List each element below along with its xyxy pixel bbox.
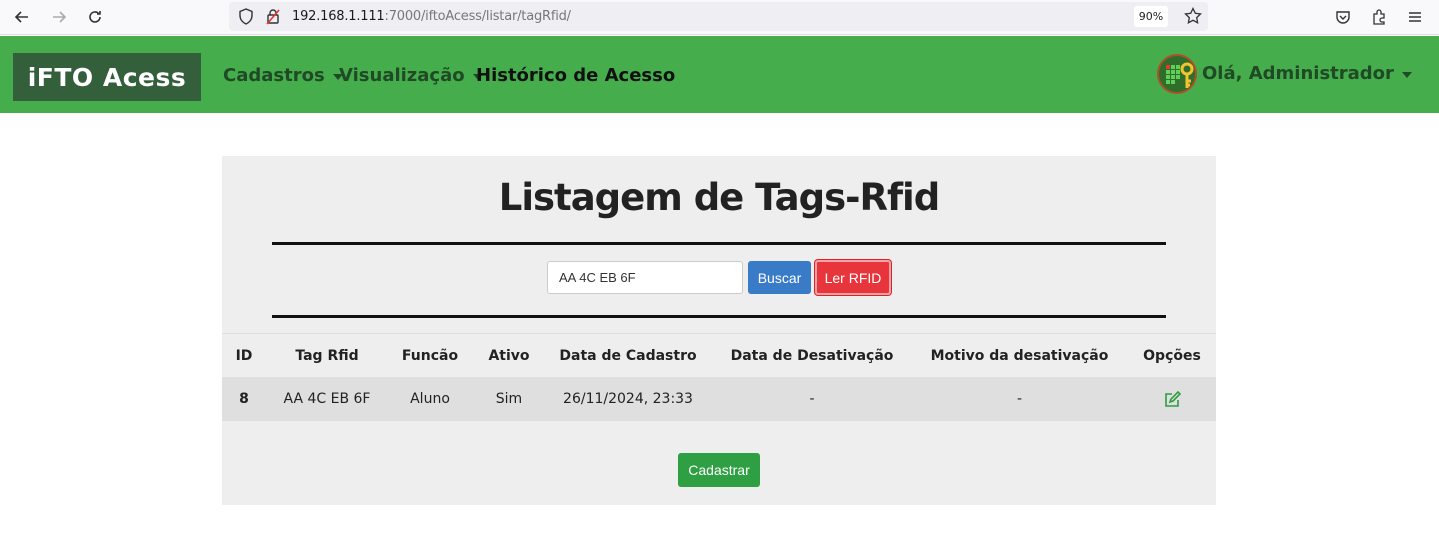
cell-tag-rfid: AA 4C EB 6F (283, 391, 371, 407)
cell-funcao: Aluno (410, 391, 450, 407)
nav-visualizacao-label: Visualização (339, 65, 465, 86)
forward-arrow-icon[interactable] (47, 5, 71, 29)
star-icon[interactable] (1184, 6, 1202, 30)
nav-visualizacao-dropdown[interactable]: Visualização (339, 65, 483, 86)
nav-historico-link[interactable]: Histórico de Acesso (476, 65, 675, 86)
col-data-cadastro: Data de Cadastro (559, 348, 697, 364)
edit-icon[interactable] (1163, 390, 1182, 409)
url-text: 192.168.1.111:7000/iftoAcess/listar/tagR… (292, 9, 571, 24)
table-row: 8 AA 4C EB 6F Aluno Sim 26/11/2024, 23:3… (222, 377, 1216, 421)
cell-motivo: - (1016, 391, 1023, 407)
cell-id: 8 (239, 391, 249, 407)
user-menu-dropdown[interactable]: Olá, Administrador (1202, 63, 1412, 84)
cell-data-cadastro: 26/11/2024, 23:33 (563, 391, 693, 407)
col-funcao: Funcão (401, 348, 459, 364)
page-title: Listagem de Tags-Rfid (498, 176, 940, 219)
url-bar[interactable]: 192.168.1.111:7000/iftoAcess/listar/tagR… (229, 2, 1208, 31)
user-greeting-label: Olá, Administrador (1202, 63, 1394, 84)
reload-icon[interactable] (83, 5, 107, 29)
divider-top (272, 242, 1166, 245)
pocket-icon[interactable] (1331, 5, 1355, 29)
chevron-down-icon (1401, 71, 1412, 78)
lock-slash-icon[interactable] (265, 8, 281, 30)
back-arrow-icon[interactable] (10, 5, 34, 29)
cell-ativo: Sim (495, 391, 523, 407)
shield-icon[interactable] (238, 8, 254, 30)
extensions-icon[interactable] (1367, 5, 1391, 29)
col-id: ID (235, 348, 253, 364)
brand-logo[interactable]: iFTO Acess (13, 53, 201, 101)
nav-cadastros-label: Cadastros (223, 65, 325, 86)
col-ativo: Ativo (488, 348, 530, 364)
tag-list-panel: Listagem de Tags-Rfid Buscar Ler RFID ID… (222, 156, 1216, 505)
col-tag-rfid: Tag Rfid (295, 348, 359, 364)
nav-cadastros-dropdown[interactable]: Cadastros (223, 65, 343, 86)
menu-icon[interactable] (1403, 5, 1427, 29)
col-data-desativacao: Data de Desativação (730, 348, 894, 364)
navbar: iFTO Acess Cadastros Visualização Histór… (0, 36, 1439, 113)
table-header: ID Tag Rfid Funcão Ativo Data de Cadastr… (222, 333, 1216, 377)
ler-rfid-button[interactable]: Ler RFID (815, 260, 891, 295)
divider-bottom (272, 315, 1166, 318)
browser-toolbar: 192.168.1.111:7000/iftoAcess/listar/tagR… (0, 0, 1439, 35)
col-motivo: Motivo da desativação (930, 348, 1109, 364)
cadastrar-button[interactable]: Cadastrar (678, 453, 760, 487)
avatar[interactable] (1157, 54, 1197, 94)
buscar-button[interactable]: Buscar (748, 261, 811, 294)
search-input[interactable] (547, 261, 743, 294)
zoom-badge[interactable]: 90% (1134, 6, 1168, 27)
cell-data-desativacao: - (809, 391, 815, 407)
col-opcoes: Opções (1143, 348, 1201, 364)
